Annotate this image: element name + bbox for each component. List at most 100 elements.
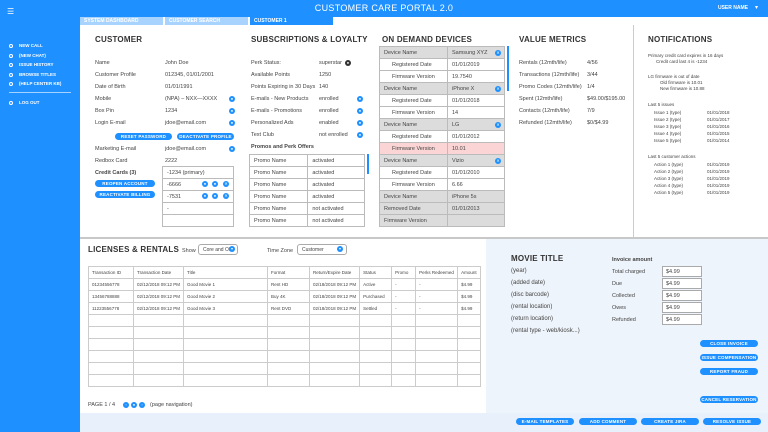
device-field-value: LG ✕	[447, 118, 505, 131]
reactivate-billing-button[interactable]: REACTIVATE BILLING	[95, 191, 155, 198]
table-row[interactable]	[88, 338, 481, 351]
table-row[interactable]	[88, 326, 481, 339]
table-cell	[457, 374, 481, 387]
remove-device-icon[interactable]: ✕	[495, 122, 501, 128]
table-row[interactable]: 13456788888 02/12/2018 09:12 PM Good Movie…	[88, 290, 481, 303]
edit-icon[interactable]: ●	[229, 108, 235, 114]
resolve-issue-button[interactable]: RESOLVE ISSUE	[703, 418, 761, 425]
metric-value: $0/$4.99	[587, 120, 609, 126]
action-name[interactable]: Action 2 (type)	[654, 169, 683, 174]
issue-name[interactable]: Issue 3 (type)	[654, 124, 681, 129]
device-row: Registered Date 01/01/2019	[379, 58, 505, 71]
email-templates-button[interactable]: E-MAIL TEMPLATES	[516, 418, 574, 425]
prev-page-icon[interactable]: ‹	[123, 402, 129, 408]
remove-icon[interactable]: ✕	[223, 181, 229, 187]
column-header[interactable]: Title	[183, 266, 269, 279]
promo-status: activated	[307, 190, 365, 203]
deactivate-profile-button[interactable]: DEACTIVATE PROFILE	[177, 133, 234, 140]
points-value: 1250	[319, 72, 332, 78]
edit-icon[interactable]: ●	[202, 181, 208, 187]
toggle-icon[interactable]: ●	[357, 96, 363, 102]
hamburger-menu-icon[interactable]: ☰	[7, 7, 14, 16]
edit-icon[interactable]: ●	[202, 193, 208, 199]
metric-value: 4/56	[587, 60, 598, 66]
action-name[interactable]: Action 4 (type)	[654, 183, 683, 188]
remove-device-icon[interactable]: ✕	[495, 158, 501, 164]
notification-text: Old firmware is 10.01	[660, 80, 703, 85]
column-header[interactable]: Promo	[391, 266, 417, 279]
column-header[interactable]: Perks Redeemed	[415, 266, 459, 279]
column-header[interactable]: Transaction Date	[132, 266, 185, 279]
toggle-icon[interactable]: ●	[357, 132, 363, 138]
star-icon[interactable]: ●	[212, 181, 218, 187]
remove-device-icon[interactable]: ✕	[495, 50, 501, 56]
action-name[interactable]: Action 5 (type)	[654, 190, 683, 195]
table-cell: Purchased	[359, 290, 393, 303]
create-jira-button[interactable]: CREATE JIRA	[641, 418, 699, 425]
promos-scrollbar[interactable]	[367, 154, 369, 174]
issue-name[interactable]: Issue 4 (type)	[654, 131, 681, 136]
star-icon[interactable]: ●	[212, 193, 218, 199]
remove-icon[interactable]: ✕	[223, 193, 229, 199]
sidebar-item-browse-titles[interactable]: BROWSE TITLES	[9, 72, 56, 77]
edit-icon[interactable]: ●	[229, 120, 235, 126]
credit-cards-label: Credit Cards (3)	[95, 170, 136, 176]
toggle-icon[interactable]: ●	[357, 120, 363, 126]
movie-detail: (rental type - web/kiosk...)	[511, 328, 580, 334]
issue-compensation-button[interactable]: ISSUE COMPENSATION	[700, 354, 758, 361]
page-select-icon[interactable]: ●	[131, 402, 137, 408]
select-dropdown-icon[interactable]: ▾	[229, 246, 235, 252]
mobile-value: (NPA) – NXX—XXXX	[165, 96, 218, 102]
sidebar-item-logout[interactable]: LOG OUT	[9, 100, 40, 105]
table-row[interactable]: 11223556778 02/12/2018 09:12 PM Good Movie…	[88, 302, 481, 315]
column-header[interactable]: Transaction ID	[88, 266, 134, 279]
tab-customer-1[interactable]: CUSTOMER 1	[250, 17, 333, 25]
remove-device-icon[interactable]: ✕	[495, 86, 501, 92]
column-header[interactable]: Status	[359, 266, 393, 279]
device-field-value: 10.01	[447, 142, 505, 155]
promo-status: not activated	[307, 214, 365, 227]
edit-icon[interactable]: ●	[229, 146, 235, 152]
reset-password-button[interactable]: RESET PASSWORD	[115, 133, 172, 140]
table-row[interactable]	[88, 314, 481, 327]
next-page-icon[interactable]: ›	[139, 402, 145, 408]
table-cell: -	[391, 278, 417, 291]
issue-name[interactable]: Issue 2 (type)	[654, 117, 681, 122]
report-fraud-button[interactable]: REPORT FRAUD	[700, 368, 758, 375]
table-row[interactable]: 01234556778 02/12/2018 09:12 PM Good Movie…	[88, 278, 481, 291]
action-name[interactable]: Action 1 (type)	[654, 162, 683, 167]
sidebar-item-new-call[interactable]: NEW CALL	[9, 43, 43, 48]
reopen-account-button[interactable]: REOPEN ACCOUNT	[95, 180, 155, 187]
table-cell: -	[415, 290, 459, 303]
table-cell	[457, 338, 481, 351]
tab-customer-search[interactable]: CUSTOMER SEARCH	[165, 17, 248, 25]
tab-system-dashboard[interactable]: SYSTEM DASHBOARD	[80, 17, 163, 25]
table-row[interactable]	[88, 350, 481, 363]
user-name[interactable]: USER NAME	[718, 5, 748, 11]
toggle-icon[interactable]: ●	[357, 108, 363, 114]
sidebar-item-help-center[interactable]: (HELP CENTER KB)	[9, 81, 61, 86]
table-row[interactable]	[88, 374, 481, 387]
issue-name[interactable]: Issue 1 (type)	[654, 110, 681, 115]
add-comment-button[interactable]: ADD COMMENT	[579, 418, 637, 425]
close-invoice-button[interactable]: CLOSE INVOICE	[700, 340, 758, 347]
device-field-label: Registered Date	[379, 166, 448, 179]
select-dropdown-icon[interactable]: ▾	[337, 246, 343, 252]
table-row[interactable]	[88, 362, 481, 375]
user-menu-chevron-icon[interactable]: ▾	[755, 4, 758, 11]
device-field-label: Firmware Version	[379, 70, 448, 83]
sidebar-item-new-chat[interactable]: (NEW CHAT)	[9, 53, 46, 58]
column-header[interactable]: Amount	[457, 266, 481, 279]
sidebar-item-issue-history[interactable]: ISSUE HISTORY	[9, 62, 54, 67]
edit-icon[interactable]: ●	[229, 96, 235, 102]
column-header[interactable]: Format	[267, 266, 311, 279]
issue-name[interactable]: Issue 5 (type)	[654, 138, 681, 143]
column-header[interactable]: Return/Expire Date	[309, 266, 361, 279]
devices-scrollbar[interactable]	[507, 46, 509, 91]
action-name[interactable]: Action 3 (type)	[654, 176, 683, 181]
info-icon[interactable]: ●	[345, 60, 351, 66]
cancel-reservation-button[interactable]: CANCEL RESERVATION	[700, 396, 758, 403]
table-cell	[415, 350, 459, 363]
table-cell	[415, 314, 459, 327]
table-cell	[457, 350, 481, 363]
